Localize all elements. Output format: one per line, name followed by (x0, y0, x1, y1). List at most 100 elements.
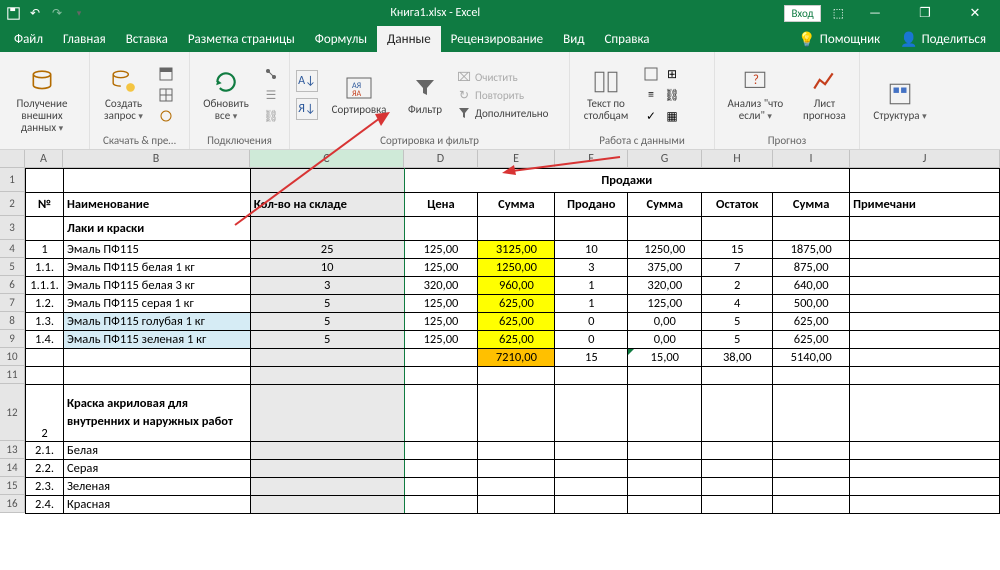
hdr-sum2[interactable]: Сумма (628, 193, 702, 217)
cell-stock[interactable]: 3 (250, 277, 404, 295)
cell[interactable]: 500,00 (773, 295, 850, 313)
cell[interactable]: 1.1. (26, 259, 64, 277)
text-to-columns-button[interactable]: Текст по столбцам (576, 68, 636, 122)
cell[interactable]: 125,00 (404, 313, 478, 331)
cell[interactable] (628, 367, 702, 385)
column-header-D[interactable]: D (404, 150, 478, 167)
cell[interactable] (404, 478, 478, 496)
cell[interactable] (850, 313, 1000, 331)
column-header-B[interactable]: B (63, 150, 250, 167)
hdr-sum1[interactable]: Сумма (478, 193, 555, 217)
cell-name[interactable]: Эмаль ПФ115 голубая 1 кг (63, 313, 250, 331)
tell-me[interactable]: 💡Помощник (788, 27, 890, 52)
cell-name[interactable]: Эмаль ПФ115 серая 1 кг (63, 295, 250, 313)
cell[interactable]: 4 (702, 295, 773, 313)
cell[interactable] (250, 169, 404, 193)
cell[interactable] (250, 217, 404, 241)
column-header-F[interactable]: F (555, 150, 628, 167)
cell[interactable]: Белая (63, 442, 250, 460)
table-title[interactable]: Продажи (404, 169, 850, 193)
clear-filter-button[interactable]: ⌧Очистить (456, 69, 548, 85)
cell[interactable] (850, 478, 1000, 496)
cell[interactable] (26, 169, 64, 193)
total-sum1[interactable]: 7210,00 (478, 349, 555, 367)
recent-sources-icon[interactable] (157, 107, 175, 125)
cell[interactable] (702, 385, 773, 442)
cell[interactable]: 125,00 (404, 295, 478, 313)
row-header-9[interactable]: 9 (0, 330, 25, 348)
cell[interactable] (404, 385, 478, 442)
cell[interactable]: 2.3. (26, 478, 64, 496)
column-header-A[interactable]: A (25, 150, 63, 167)
cell[interactable] (702, 217, 773, 241)
sort-desc-icon[interactable]: Я↓ (296, 98, 318, 120)
cell[interactable] (850, 169, 1000, 193)
from-table-icon[interactable] (157, 86, 175, 104)
cell[interactable] (850, 331, 1000, 349)
cell[interactable]: 320,00 (628, 277, 702, 295)
hdr-num[interactable]: № (26, 193, 64, 217)
column-header-G[interactable]: G (628, 150, 702, 167)
cell[interactable] (26, 367, 64, 385)
cell[interactable]: 625,00 (773, 331, 850, 349)
select-all-corner[interactable] (0, 150, 25, 167)
share-button[interactable]: 👤Поделиться (890, 27, 996, 52)
cell[interactable] (555, 217, 628, 241)
cell[interactable] (555, 478, 628, 496)
cell[interactable] (773, 460, 850, 478)
cell[interactable] (404, 367, 478, 385)
cell[interactable] (850, 460, 1000, 478)
cell[interactable]: Серая (63, 460, 250, 478)
cell[interactable] (850, 277, 1000, 295)
cell[interactable] (478, 460, 555, 478)
tab-help[interactable]: Справка (594, 26, 659, 52)
row-header-10[interactable]: 10 (0, 348, 25, 366)
forecast-sheet-button[interactable]: Лист прогноза (796, 68, 853, 122)
tab-page-layout[interactable]: Разметка страницы (178, 26, 305, 52)
cell[interactable] (404, 496, 478, 514)
cell[interactable]: 1 (26, 241, 64, 259)
cell[interactable] (850, 349, 1000, 367)
reapply-button[interactable]: ↻Повторить (456, 87, 548, 103)
show-queries-icon[interactable] (157, 65, 175, 83)
cell[interactable]: 1.4. (26, 331, 64, 349)
cell[interactable]: 5 (702, 331, 773, 349)
cell[interactable] (250, 442, 404, 460)
cell[interactable]: 2.2. (26, 460, 64, 478)
data-validation-icon[interactable]: ✓ (642, 107, 660, 125)
cell[interactable]: 125,00 (404, 241, 478, 259)
cell[interactable] (702, 460, 773, 478)
cell[interactable]: Красная (63, 496, 250, 514)
remove-duplicates-icon[interactable]: ≡ (642, 86, 660, 104)
cell-stock[interactable]: 25 (250, 241, 404, 259)
cell[interactable]: 125,00 (404, 259, 478, 277)
cell[interactable] (555, 460, 628, 478)
cell[interactable] (628, 442, 702, 460)
cell[interactable]: 320,00 (404, 277, 478, 295)
column-header-H[interactable]: H (702, 150, 773, 167)
cell[interactable] (478, 496, 555, 514)
cell[interactable] (478, 217, 555, 241)
hdr-note[interactable]: Примечани (850, 193, 1000, 217)
cell[interactable]: 10 (555, 241, 628, 259)
qat-customize-icon[interactable]: ▾ (72, 6, 86, 20)
close-button[interactable]: ✕ (956, 3, 994, 23)
hdr-stock[interactable]: Кол-во на складе (250, 193, 404, 217)
save-icon[interactable] (6, 6, 20, 20)
tab-home[interactable]: Главная (53, 26, 116, 52)
cell[interactable] (773, 496, 850, 514)
login-button[interactable]: Вход (784, 5, 820, 22)
cell[interactable] (850, 217, 1000, 241)
what-if-button[interactable]: ? Анализ "что если" ▾ (721, 68, 790, 123)
maximize-button[interactable]: ❐ (906, 3, 944, 23)
cell[interactable]: 15 (555, 349, 628, 367)
row-header-8[interactable]: 8 (0, 312, 25, 330)
column-header-E[interactable]: E (478, 150, 555, 167)
cell-stock[interactable]: 5 (250, 331, 404, 349)
cell[interactable]: 1 (555, 295, 628, 313)
cell[interactable] (702, 496, 773, 514)
cell[interactable] (478, 478, 555, 496)
cell[interactable]: 5 (702, 313, 773, 331)
column-header-J[interactable]: J (850, 150, 1000, 167)
cell-name[interactable]: Эмаль ПФ115 белая 1 кг (63, 259, 250, 277)
